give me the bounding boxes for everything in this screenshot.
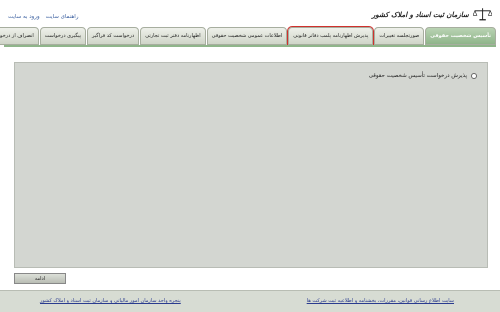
- content-panel: پذیرش درخواست تأسیس شخصیت حقوقی: [14, 62, 488, 268]
- scales-icon: [472, 8, 492, 21]
- tab-legal-entity-info[interactable]: اطلاعات عمومی شخصیت حقوقی: [206, 27, 288, 45]
- footer-tax-window-link[interactable]: پنجره واحد سازمان امور مالیاتی و سازمان …: [40, 298, 181, 304]
- help-link[interactable]: راهنمای سایت: [46, 14, 79, 20]
- tab-establish-legal-entity[interactable]: تأسیس شخصیت حقوقی: [425, 27, 496, 45]
- request-option-label: پذیرش درخواست تأسیس شخصیت حقوقی: [368, 73, 467, 79]
- tab-change-minutes[interactable]: صورتجلسه تغییرات: [374, 27, 425, 45]
- tab-cancel-request[interactable]: انصراف از درخواست: [0, 27, 39, 45]
- tab-bar: تأسیس شخصیت حقوقی صورتجلسه تغییرات پذیرش…: [0, 26, 496, 47]
- footer-regulations-link[interactable]: سایت اطلاع رسانی قوانین، مقررات، بخشنامه…: [307, 298, 454, 304]
- tab-commercial-registry-declaration[interactable]: اظهارنامه دفتر ثبت تجارتی: [140, 27, 206, 45]
- continue-button[interactable]: ادامه: [14, 273, 66, 284]
- tab-underline: [4, 45, 496, 47]
- login-link[interactable]: ورود به سایت: [8, 14, 40, 20]
- logo-text: سازمان ثبت اسناد و املاک کشور: [372, 9, 469, 19]
- footer: سایت اطلاع رسانی قوانین، مقررات، بخشنامه…: [0, 290, 500, 312]
- request-option[interactable]: پذیرش درخواست تأسیس شخصیت حقوقی: [369, 73, 477, 79]
- top-links: ورود به سایت راهنمای سایت: [8, 14, 78, 20]
- tab-universal-code-request[interactable]: درخواست کد فراگیر: [87, 27, 140, 45]
- tab-track-request[interactable]: پیگیری درخواست: [39, 27, 86, 45]
- tab-ledger-sealing-declaration[interactable]: پذیرش اظهارنامه پلمب دفاتر قانونی: [287, 26, 375, 46]
- organization-logo: سازمان ثبت اسناد و املاک کشور: [372, 2, 492, 26]
- request-option-radio[interactable]: [471, 73, 477, 79]
